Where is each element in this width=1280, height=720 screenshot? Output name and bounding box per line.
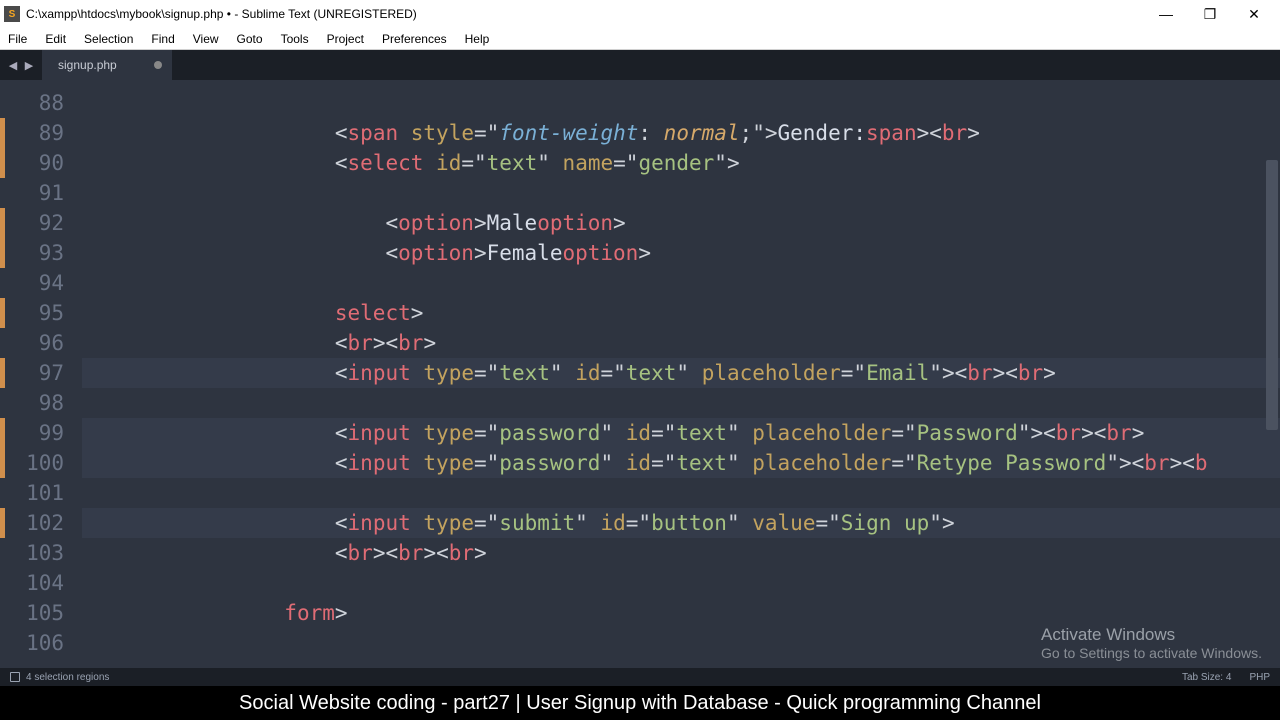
code-line[interactable]: <br><br><br> xyxy=(82,538,1280,568)
tab-label: signup.php xyxy=(58,58,117,72)
window-controls: — ❐ ✕ xyxy=(1144,0,1276,28)
tab-signup[interactable]: signup.php xyxy=(42,50,172,80)
line-number: 96 xyxy=(0,328,64,358)
menu-goto[interactable]: Goto xyxy=(237,32,263,46)
code-line[interactable]: select> xyxy=(82,298,1280,328)
line-number: 89 xyxy=(0,118,64,148)
code-line[interactable] xyxy=(82,478,1280,508)
line-number: 97 xyxy=(0,358,64,388)
menu-tools[interactable]: Tools xyxy=(281,32,309,46)
code-line[interactable]: <option>Maleoption> xyxy=(82,208,1280,238)
nav-arrows: ◀ ▶ xyxy=(0,50,42,80)
line-number: 95 xyxy=(0,298,64,328)
code-line[interactable] xyxy=(82,88,1280,118)
status-tabsize[interactable]: Tab Size: 4 xyxy=(1182,672,1231,683)
menu-preferences[interactable]: Preferences xyxy=(382,32,447,46)
line-number: 106 xyxy=(0,628,64,658)
vertical-scrollbar[interactable] xyxy=(1266,160,1278,430)
line-number: 102 xyxy=(0,508,64,538)
code-line[interactable]: <input type="text" id="text" placeholder… xyxy=(82,358,1280,388)
nav-back-icon[interactable]: ◀ xyxy=(6,58,20,72)
app-icon: S xyxy=(4,6,20,22)
code-line[interactable] xyxy=(82,388,1280,418)
status-language[interactable]: PHP xyxy=(1249,672,1270,683)
menu-view[interactable]: View xyxy=(193,32,219,46)
line-number: 99 xyxy=(0,418,64,448)
code-line[interactable]: <select id="text" name="gender"> xyxy=(82,148,1280,178)
code-line[interactable]: <input type="password" id="text" placeho… xyxy=(82,418,1280,448)
menubar: File Edit Selection Find View Goto Tools… xyxy=(0,28,1280,50)
window-title: C:\xampp\htdocs\mybook\signup.php • - Su… xyxy=(26,7,1144,21)
line-number: 104 xyxy=(0,568,64,598)
line-number: 103 xyxy=(0,538,64,568)
statusbar: 4 selection regions Tab Size: 4 PHP xyxy=(0,668,1280,686)
panel-toggle-icon[interactable] xyxy=(10,672,20,682)
minimize-button[interactable]: — xyxy=(1144,0,1188,28)
video-caption: Social Website coding - part27 | User Si… xyxy=(0,686,1280,720)
line-number: 101 xyxy=(0,478,64,508)
code-line[interactable]: <input type="password" id="text" placeho… xyxy=(82,448,1280,478)
menu-selection[interactable]: Selection xyxy=(84,32,133,46)
status-selection: 4 selection regions xyxy=(26,672,109,683)
maximize-button[interactable]: ❐ xyxy=(1188,0,1232,28)
code-line[interactable]: <input type="submit" id="button" value="… xyxy=(82,508,1280,538)
line-number: 93 xyxy=(0,238,64,268)
editor: 8889909192939495969798991001011021031041… xyxy=(0,80,1280,668)
code-line[interactable] xyxy=(82,268,1280,298)
code-area[interactable]: <span style="font-weight: normal;">Gende… xyxy=(74,80,1280,668)
line-number: 100 xyxy=(0,448,64,478)
menu-project[interactable]: Project xyxy=(327,32,364,46)
menu-edit[interactable]: Edit xyxy=(45,32,66,46)
menu-help[interactable]: Help xyxy=(465,32,490,46)
code-line[interactable]: <span style="font-weight: normal;">Gende… xyxy=(82,118,1280,148)
line-number: 88 xyxy=(0,88,64,118)
window-titlebar: S C:\xampp\htdocs\mybook\signup.php • - … xyxy=(0,0,1280,28)
line-number: 98 xyxy=(0,388,64,418)
nav-forward-icon[interactable]: ▶ xyxy=(22,58,36,72)
code-line[interactable]: <option>Femaleoption> xyxy=(82,238,1280,268)
code-line[interactable]: form> xyxy=(82,598,1280,628)
line-number: 94 xyxy=(0,268,64,298)
line-number: 90 xyxy=(0,148,64,178)
line-number: 105 xyxy=(0,598,64,628)
menu-find[interactable]: Find xyxy=(151,32,174,46)
menu-file[interactable]: File xyxy=(8,32,27,46)
close-button[interactable]: ✕ xyxy=(1232,0,1276,28)
line-number: 92 xyxy=(0,208,64,238)
code-line[interactable] xyxy=(82,568,1280,598)
tabbar: ◀ ▶ signup.php xyxy=(0,50,1280,80)
line-number: 91 xyxy=(0,178,64,208)
code-line[interactable]: <br><br> xyxy=(82,328,1280,358)
code-line[interactable] xyxy=(82,628,1280,658)
gutter: 8889909192939495969798991001011021031041… xyxy=(0,80,74,668)
code-line[interactable] xyxy=(82,178,1280,208)
dirty-indicator-icon xyxy=(154,61,162,69)
